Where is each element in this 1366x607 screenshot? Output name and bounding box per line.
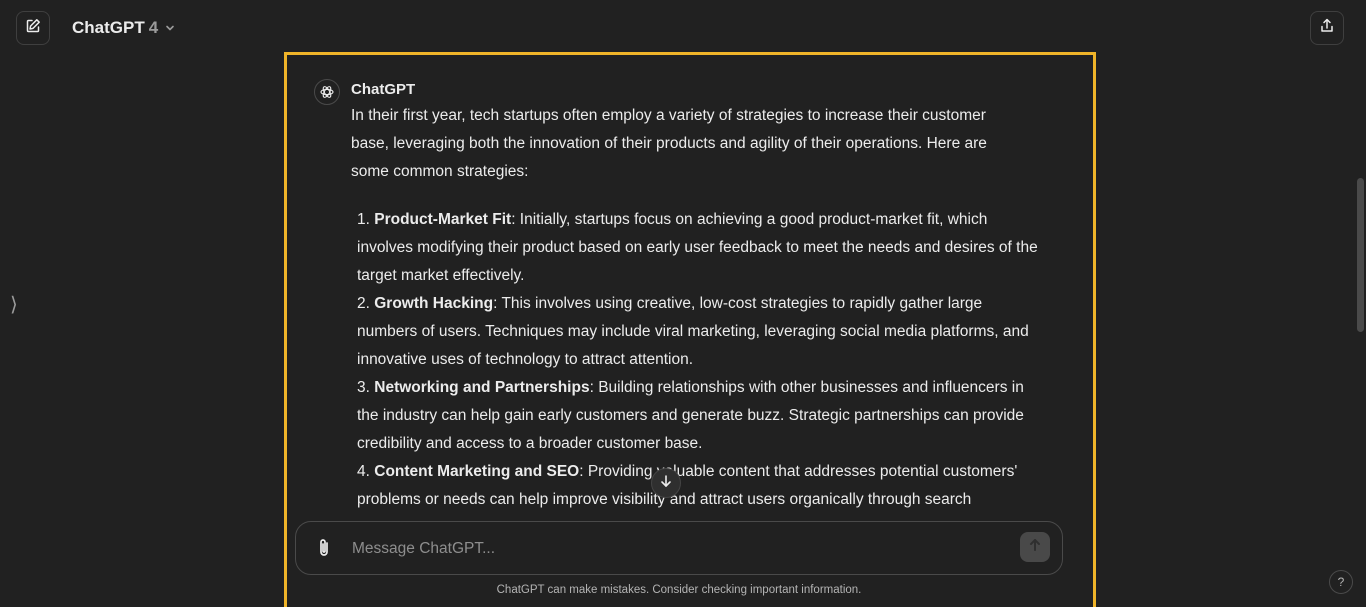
list-item: 3. Networking and Partnerships: Building… bbox=[351, 374, 1041, 458]
list-item-title: Growth Hacking bbox=[374, 295, 494, 312]
share-button[interactable] bbox=[1310, 11, 1344, 45]
list-item-number: 3. bbox=[357, 379, 370, 396]
new-chat-button[interactable] bbox=[16, 11, 50, 45]
chatgpt-logo-icon bbox=[314, 79, 340, 105]
strategy-list: 1. Product-Market Fit: Initially, startu… bbox=[351, 206, 1041, 514]
message-sender: ChatGPT bbox=[351, 81, 416, 98]
send-button[interactable] bbox=[1020, 532, 1050, 562]
help-button[interactable]: ? bbox=[1329, 570, 1353, 594]
list-item-number: 1. bbox=[357, 211, 370, 228]
message-composer bbox=[295, 521, 1063, 575]
list-item: 4. Content Marketing and SEO: Providing … bbox=[351, 458, 1041, 514]
arrow-up-icon bbox=[1028, 538, 1042, 557]
list-item-title: Networking and Partnerships bbox=[374, 379, 590, 396]
message-intro: In their first year, tech startups often… bbox=[351, 107, 987, 180]
share-icon bbox=[1319, 18, 1335, 39]
scroll-to-bottom-button[interactable] bbox=[651, 468, 681, 498]
scrollbar-thumb[interactable] bbox=[1357, 178, 1364, 332]
arrow-down-icon bbox=[659, 474, 673, 493]
model-version: 4 bbox=[148, 18, 159, 37]
list-item-number: 2. bbox=[357, 295, 370, 312]
chat-app: ChatGPT 4 ⟩ ChatGPT In their first year,… bbox=[0, 0, 1366, 607]
assistant-message: In their first year, tech startups often… bbox=[351, 102, 1041, 514]
sidebar-toggle-icon[interactable]: ⟩ bbox=[10, 292, 18, 317]
model-name: ChatGPT bbox=[72, 18, 145, 37]
model-selector[interactable]: ChatGPT 4 bbox=[72, 18, 176, 38]
message-input[interactable] bbox=[350, 535, 994, 563]
chevron-down-icon bbox=[164, 22, 176, 34]
list-item-number: 4. bbox=[357, 463, 370, 480]
list-item-title: Content Marketing and SEO bbox=[374, 463, 580, 480]
disclaimer-text: ChatGPT can make mistakes. Consider chec… bbox=[496, 584, 862, 596]
list-item-title: Product-Market Fit bbox=[374, 211, 512, 228]
list-item: 1. Product-Market Fit: Initially, startu… bbox=[351, 206, 1041, 290]
paperclip-icon[interactable] bbox=[314, 537, 334, 564]
pencil-square-icon bbox=[25, 18, 41, 39]
list-item: 2. Growth Hacking: This involves using c… bbox=[351, 290, 1041, 374]
